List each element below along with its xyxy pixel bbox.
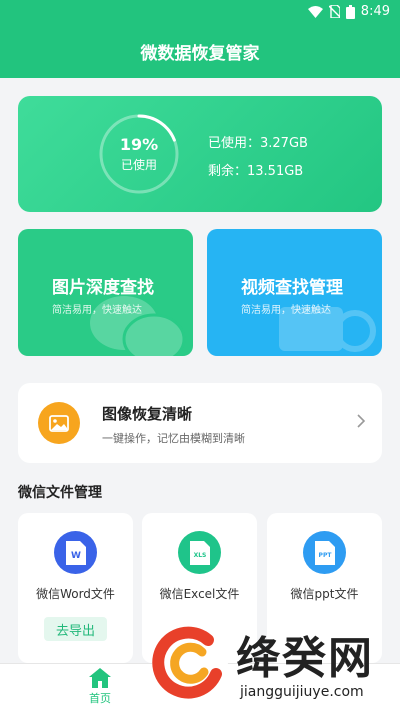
feature-subtitle: 简洁易用，快速触达 — [52, 305, 142, 316]
ppt-file-icon: PPT — [303, 531, 346, 574]
section-title: 微信文件管理 — [18, 485, 102, 501]
no-sim-icon — [328, 5, 340, 18]
title-bar: 微数据恢复管家 — [0, 24, 400, 78]
storage-card: 19% 已使用 已使用：3.27GB 剩余：13.51GB — [18, 96, 382, 212]
nav-home[interactable]: 首页 — [68, 668, 132, 708]
storage-percent: 19% — [119, 135, 159, 154]
image-restore-card[interactable]: 图像恢复清晰 一键操作，记忆由模糊到清晰 — [18, 383, 382, 463]
svg-text:PPT: PPT — [318, 552, 332, 559]
video-search-card[interactable]: 视频查找管理 简洁易用，快速触达 — [207, 229, 382, 356]
word-file-icon: W — [54, 531, 97, 574]
restore-title: 图像恢复清晰 — [102, 405, 193, 423]
feature-title: 视频查找管理 — [241, 278, 343, 298]
storage-used-caption: 已使用 — [120, 158, 157, 172]
status-time: 8:49 — [360, 4, 390, 19]
file-label: 微信Excel文件 — [159, 587, 240, 601]
nav-home-label: 首页 — [89, 692, 111, 705]
storage-used: 已使用：3.27GB — [208, 136, 308, 151]
watermark-logo — [152, 624, 228, 700]
svg-text:XLS: XLS — [193, 552, 206, 559]
home-icon — [89, 668, 111, 688]
export-button[interactable]: 去导出 — [44, 617, 107, 641]
feature-title: 图片深度查找 — [52, 278, 154, 298]
wifi-icon — [307, 5, 323, 18]
storage-remaining: 剩余：13.51GB — [208, 164, 304, 179]
storage-ring-label: 19% 已使用 — [96, 111, 182, 197]
watermark: 绛癸网 jiangguijiuye.com — [150, 612, 400, 711]
chevron-right-icon — [357, 414, 366, 428]
watermark-brand: 绛癸网 — [236, 633, 374, 684]
file-label: 微信ppt文件 — [290, 587, 359, 601]
image-deep-search-card[interactable]: 图片深度查找 简洁易用，快速触达 — [18, 229, 193, 356]
watermark-url: jiangguijiuye.com — [240, 684, 364, 700]
image-icon — [38, 402, 80, 444]
feature-subtitle: 简洁易用，快速触达 — [241, 305, 331, 316]
app-title: 微数据恢复管家 — [140, 43, 260, 64]
excel-file-icon: XLS — [178, 531, 221, 574]
battery-icon — [345, 4, 355, 19]
status-bar: 8:49 — [0, 0, 400, 24]
svg-text:W: W — [71, 551, 81, 561]
file-label: 微信Word文件 — [36, 587, 115, 601]
restore-subtitle: 一键操作，记忆由模糊到清晰 — [102, 432, 245, 445]
wechat-word-card[interactable]: W 微信Word文件 去导出 — [18, 513, 133, 663]
status-icons: 8:49 — [307, 4, 390, 19]
